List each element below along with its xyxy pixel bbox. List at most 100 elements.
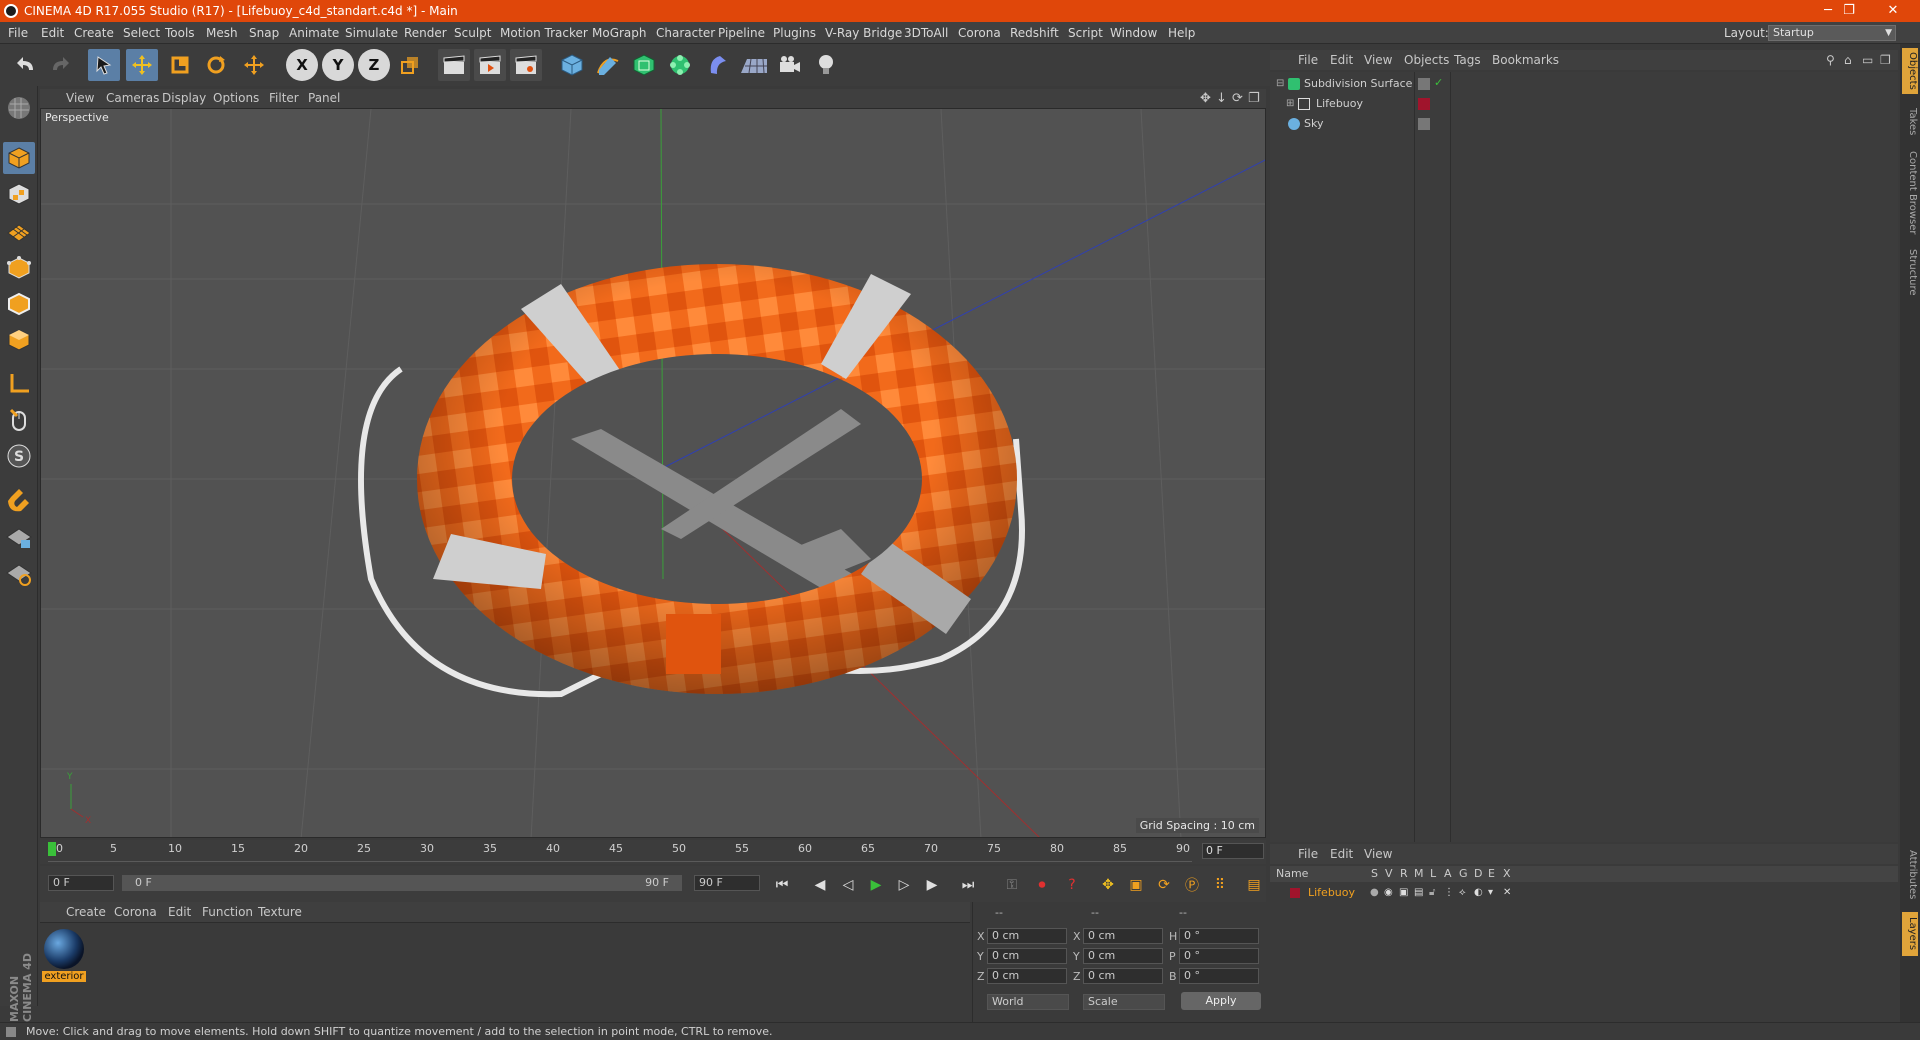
material-menu-edit[interactable]: Edit: [168, 902, 191, 922]
scale-tool[interactable]: [164, 49, 196, 81]
viewport-move-icon[interactable]: ✥: [1200, 89, 1211, 108]
live-selection-tool[interactable]: [88, 49, 120, 81]
menu-window[interactable]: Window: [1110, 22, 1157, 44]
coordinate-mode-dropdown[interactable]: World: [987, 994, 1069, 1010]
viewport-rotate-icon[interactable]: ⟳: [1232, 89, 1243, 108]
timeline-window-button[interactable]: ▤: [1242, 874, 1266, 896]
model-mode-button[interactable]: [3, 142, 35, 174]
end-frame-field[interactable]: 90 F: [694, 875, 760, 891]
perspective-viewport[interactable]: Y X Perspective Grid Spacing : 10 cm: [40, 108, 1266, 838]
add-subdivision-button[interactable]: [628, 49, 660, 81]
material-menu-function[interactable]: Function: [202, 902, 253, 922]
transform-tool[interactable]: [238, 49, 270, 81]
menu-animate[interactable]: Animate: [289, 22, 339, 44]
layer-menu-file[interactable]: File: [1298, 844, 1318, 864]
axis-mode-button[interactable]: [3, 368, 35, 400]
current-frame-field[interactable]: 0 F: [1202, 843, 1264, 859]
material-menu-create[interactable]: Create: [66, 902, 106, 922]
enabled-check-icon[interactable]: ✓: [1434, 76, 1443, 89]
menu-edit[interactable]: Edit: [41, 22, 64, 44]
home-icon[interactable]: ⌂: [1844, 50, 1852, 70]
expand-icon[interactable]: ⊞: [1286, 98, 1294, 109]
tab-content-browser[interactable]: Content Browser: [1902, 148, 1918, 238]
menu-script[interactable]: Script: [1068, 22, 1103, 44]
timeline-ruler[interactable]: 0 5 10 15 20 25 30 35 40 45 50 55 60 65 …: [48, 842, 1192, 862]
planar-workplane-button[interactable]: [3, 558, 35, 590]
tweak-mode-button[interactable]: [3, 404, 35, 436]
viewport-maximize-icon[interactable]: ❐: [1248, 89, 1260, 108]
solo-icon[interactable]: ●: [1370, 887, 1379, 898]
add-camera-button[interactable]: [774, 49, 806, 81]
viewport-menu-panel[interactable]: Panel: [308, 89, 340, 108]
object-menu-objects[interactable]: Objects: [1404, 50, 1449, 70]
autokey-button[interactable]: ⏺: [1030, 874, 1054, 896]
x-axis-lock-button[interactable]: X: [286, 49, 318, 81]
viewport-zoom-icon[interactable]: ↓: [1216, 89, 1227, 108]
layer-col-manager[interactable]: M: [1414, 866, 1424, 882]
new-window-icon[interactable]: ❐: [1880, 50, 1891, 70]
object-row-subdivision[interactable]: ⊟ Subdivision Surface ✓: [1270, 74, 1898, 94]
tab-attributes[interactable]: Attributes: [1902, 844, 1918, 906]
magnet-tool-button[interactable]: [3, 484, 35, 516]
go-to-end-button[interactable]: ⏭: [956, 874, 980, 896]
object-menu-file[interactable]: File: [1298, 50, 1318, 70]
polygons-mode-button[interactable]: [3, 324, 35, 356]
next-key-button[interactable]: ▶: [920, 874, 944, 896]
layout-dropdown[interactable]: Startup ▼: [1768, 25, 1896, 41]
animation-icon[interactable]: ⋮: [1444, 887, 1454, 898]
keyframe-selection-button[interactable]: ?: [1060, 874, 1084, 896]
layer-col-locked[interactable]: L: [1430, 866, 1436, 882]
key-scale-button[interactable]: ▣: [1124, 874, 1148, 896]
redo-button[interactable]: [44, 49, 76, 81]
viewport-menu-filter[interactable]: Filter: [269, 89, 299, 108]
menu-plugins[interactable]: Plugins: [773, 22, 816, 44]
material-menu-corona[interactable]: Corona: [114, 902, 157, 922]
layer-menu-edit[interactable]: Edit: [1330, 844, 1353, 864]
menu-3dtoall[interactable]: 3DToAll: [904, 22, 948, 44]
layer-col-animation[interactable]: A: [1444, 866, 1452, 882]
render-settings-button[interactable]: [510, 49, 542, 81]
object-menu-edit[interactable]: Edit: [1330, 50, 1353, 70]
y-axis-lock-button[interactable]: Y: [322, 49, 354, 81]
undo-button[interactable]: [10, 49, 42, 81]
menu-create[interactable]: Create: [74, 22, 114, 44]
menu-motion-tracker[interactable]: Motion Tracker: [500, 22, 588, 44]
layer-col-generators[interactable]: G: [1459, 866, 1468, 882]
layer-col-name[interactable]: Name: [1276, 866, 1308, 882]
layer-chip[interactable]: [1418, 78, 1430, 90]
restore-button[interactable]: ❐: [1826, 0, 1872, 22]
menu-sculpt[interactable]: Sculpt: [454, 22, 491, 44]
expression-icon[interactable]: ▾: [1488, 887, 1493, 898]
move-tool[interactable]: [126, 49, 158, 81]
generator-icon[interactable]: ⟡: [1459, 887, 1466, 898]
z-axis-lock-button[interactable]: Z: [358, 49, 390, 81]
preview-range-slider[interactable]: 0 F 90 F: [122, 875, 682, 891]
render-to-picture-viewer-button[interactable]: [474, 49, 506, 81]
layer-col-expressions[interactable]: E: [1488, 866, 1495, 882]
timeline-playhead[interactable]: [48, 842, 56, 856]
object-name[interactable]: Subdivision Surface: [1304, 74, 1412, 94]
texture-mode-button[interactable]: [3, 178, 35, 210]
add-floor-button[interactable]: [738, 49, 770, 81]
search-icon[interactable]: ⚲: [1826, 50, 1835, 70]
layer-menu-view[interactable]: View: [1364, 844, 1392, 864]
menu-render[interactable]: Render: [404, 22, 447, 44]
rotation-p-field[interactable]: 0 °: [1179, 948, 1259, 964]
edges-mode-button[interactable]: [3, 288, 35, 320]
layer-col-xref[interactable]: X: [1503, 866, 1511, 882]
previous-frame-button[interactable]: ◁: [836, 874, 860, 896]
viewport-menu-view[interactable]: View: [66, 89, 94, 108]
position-y-field[interactable]: 0 cm: [987, 948, 1067, 964]
object-row-lifebuoy[interactable]: ⊞ Lifebuoy: [1270, 94, 1898, 114]
manager-icon[interactable]: ▤: [1414, 887, 1423, 898]
go-to-start-button[interactable]: ⏮: [770, 874, 794, 896]
close-button[interactable]: ✕: [1870, 0, 1916, 22]
visible-eye-icon[interactable]: ◉: [1384, 887, 1393, 898]
add-deformer-button[interactable]: [702, 49, 734, 81]
add-spline-button[interactable]: [592, 49, 624, 81]
viewport-menu-options[interactable]: Options: [213, 89, 259, 108]
object-name[interactable]: Lifebuoy: [1316, 94, 1363, 114]
timeline[interactable]: 0 5 10 15 20 25 30 35 40 45 50 55 60 65 …: [40, 840, 1266, 864]
add-cube-button[interactable]: [556, 49, 588, 81]
menu-simulate[interactable]: Simulate: [345, 22, 398, 44]
